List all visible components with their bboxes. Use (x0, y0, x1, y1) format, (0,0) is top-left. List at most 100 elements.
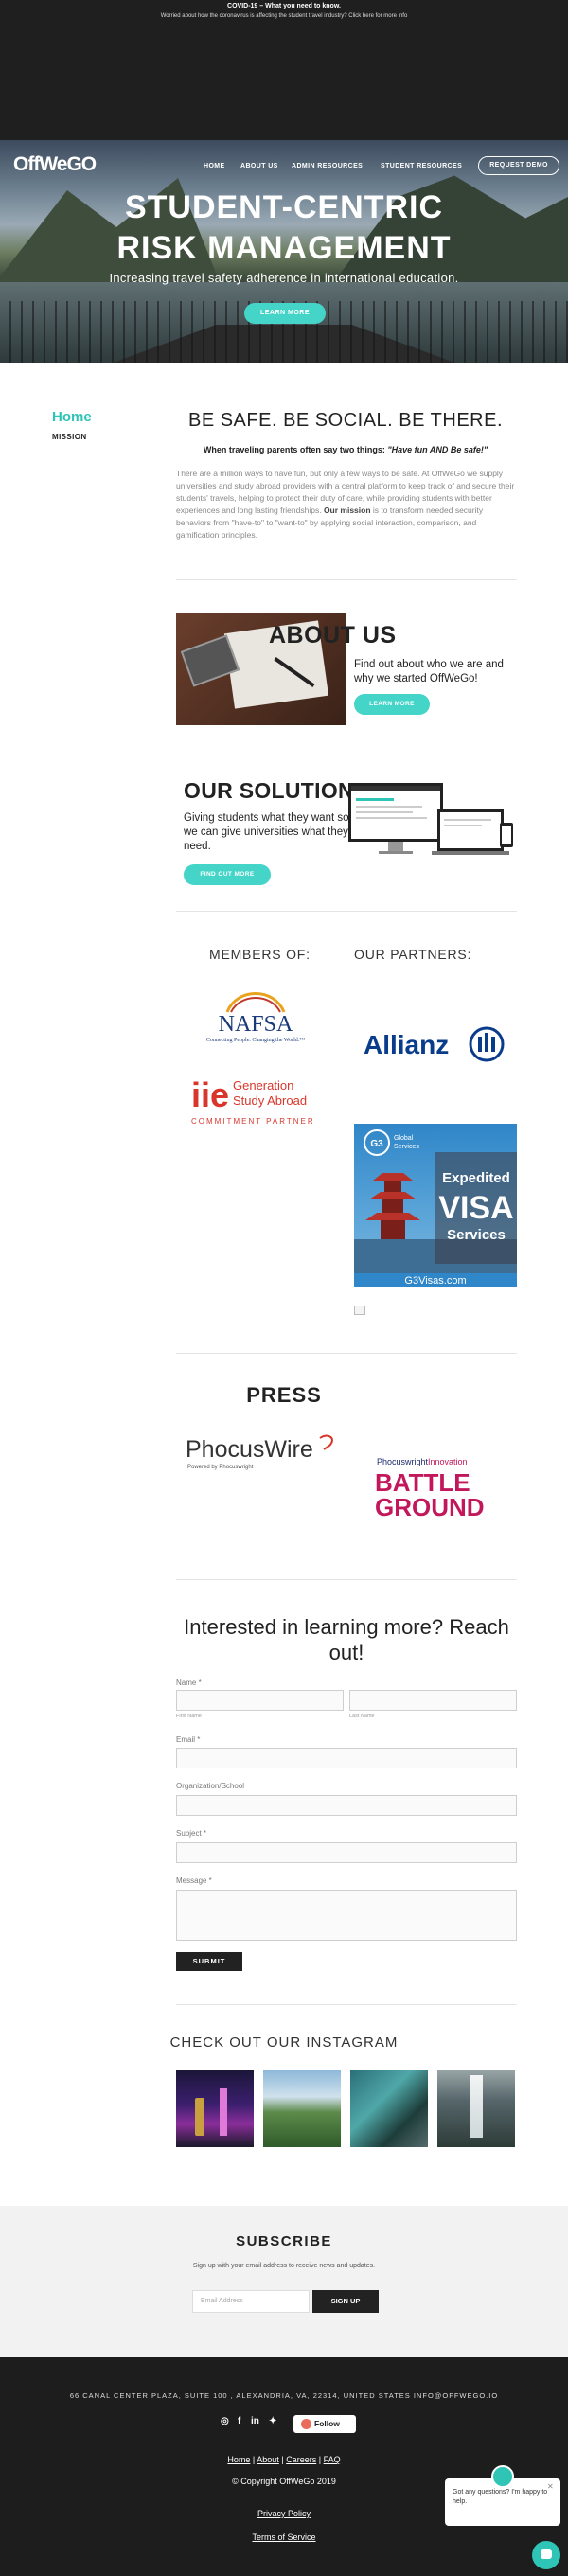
allianz-logo[interactable]: Allianz (364, 1025, 506, 1063)
first-name-field[interactable] (176, 1690, 344, 1711)
hero-subtitle: Increasing travel safety adherence in in… (109, 271, 459, 285)
footer-address: 66 CANAL CENTER PLAZA, SUITE 100 , ALEXA… (69, 2391, 499, 2400)
nafsa-name: NAFSA (219, 1012, 293, 1037)
section-label: MISSION (52, 433, 87, 441)
members-heading: MEMBERS OF: (209, 947, 311, 962)
iie-mark: iie (191, 1075, 229, 1114)
hero-title-line2: RISK MANAGEMENT (116, 230, 452, 266)
terms-of-service-link[interactable]: Terms of Service (0, 2532, 568, 2542)
message-field[interactable] (176, 1890, 517, 1941)
partners-heading: OUR PARTNERS: (354, 947, 472, 962)
g3-brand-2: Services (394, 1144, 419, 1150)
divider (176, 1579, 517, 1580)
last-name-label: Last Name (349, 1714, 375, 1719)
covid-banner[interactable]: COVID-19 – What you need to know. Worrie… (0, 0, 568, 140)
instagram-follow-button[interactable]: Follow (293, 2415, 356, 2433)
sign-up-button[interactable]: SIGN UP (312, 2290, 379, 2313)
nav-about-us[interactable]: ABOUT US (240, 163, 278, 169)
first-name-label: First Name (176, 1714, 202, 1719)
divider (176, 911, 517, 912)
name-label: Name * (176, 1679, 202, 1687)
phocuswire-name: PhocusWire (186, 1436, 313, 1463)
nav-home[interactable]: HOME (204, 163, 225, 169)
solution-heading: OUR SOLUTION (184, 778, 354, 803)
about-text: Find out about who we are and why we sta… (354, 659, 504, 684)
solution-text: Giving students what they want so we can… (184, 812, 349, 852)
instagram-dot-icon (301, 2419, 311, 2429)
photo-detail (195, 2098, 204, 2136)
mission-heading: BE SAFE. BE SOCIAL. BE THERE. (187, 410, 503, 431)
footer-link-faq[interactable]: FAQ (324, 2455, 341, 2464)
linkedin-icon[interactable]: in (251, 2416, 259, 2426)
allianz-name: Allianz (364, 1030, 449, 1059)
g3-url: G3Visas.com (404, 1275, 466, 1287)
organization-label: Organization/School (176, 1782, 245, 1790)
instagram-photo[interactable] (350, 2070, 428, 2147)
g3-line3: Services (447, 1227, 506, 1243)
subscribe-section (0, 2206, 568, 2357)
organization-field[interactable] (176, 1795, 517, 1816)
subject-field[interactable] (176, 1842, 517, 1863)
footer-link-about[interactable]: About (257, 2455, 279, 2464)
submit-button[interactable]: SUBMIT (176, 1952, 242, 1971)
iie-line2: Study Abroad (233, 1093, 307, 1108)
site-logo[interactable]: OffWeGO (13, 153, 97, 176)
email-field[interactable] (176, 1748, 517, 1768)
nav-admin-resources[interactable]: ADMIN RESOURCES (292, 163, 363, 169)
subscribe-text: Sign up with your email address to recei… (192, 2263, 376, 2269)
nav-student-resources[interactable]: STUDENT RESOURCES (381, 163, 462, 169)
photo-detail (220, 2088, 227, 2136)
subscribe-email-input[interactable]: Email Address (192, 2290, 310, 2313)
parents-text: When traveling parents often say two thi… (203, 445, 388, 454)
find-out-more-button[interactable]: FIND OUT MORE (184, 864, 271, 885)
divider (176, 1353, 517, 1354)
close-icon[interactable]: ✕ (547, 2482, 554, 2491)
request-demo-button[interactable]: REQUEST DEMO (478, 156, 559, 175)
instagram-photo[interactable] (176, 2070, 254, 2147)
footer (0, 2357, 568, 2576)
banner-title[interactable]: COVID-19 – What you need to know. (0, 3, 568, 9)
about-learn-more-button[interactable]: LEARN MORE (354, 694, 430, 715)
instagram-icon[interactable]: ◎ (221, 2416, 229, 2426)
about-heading: ABOUT US (269, 622, 397, 648)
instagram-heading: CHECK OUT OUR INSTAGRAM (169, 2034, 399, 2051)
facebook-icon[interactable]: f (238, 2416, 240, 2426)
nafsa-logo[interactable]: NAFSA Connecting People. Changing the Wo… (199, 982, 312, 1048)
devices-illustration (348, 783, 513, 855)
footer-sep: | (252, 2455, 256, 2464)
footer-links: Home | About | Careers | FAQ (0, 2455, 568, 2464)
nafsa-tagline: Connecting People. Changing the World.™ (206, 1038, 305, 1043)
chat-avatar (491, 2465, 514, 2488)
subscribe-heading: SUBSCRIBE (236, 2233, 332, 2249)
quote-text: "Have fun AND Be safe!" (387, 445, 488, 454)
photo-detail (470, 2075, 483, 2138)
email-label: Email * (176, 1735, 201, 1744)
footer-sep: | (318, 2455, 322, 2464)
g3-line2: VISA (438, 1190, 513, 1226)
g3-badge: G3 (370, 1139, 383, 1149)
footer-link-careers[interactable]: Careers (286, 2455, 316, 2464)
iie-logo[interactable]: iie Generation Study Abroad COMMITMENT P… (189, 1073, 328, 1129)
subject-label: Subject * (176, 1829, 207, 1838)
last-name-field[interactable] (349, 1690, 517, 1711)
chat-message: Got any questions? I'm happy to help. (453, 2489, 548, 2505)
g3-visa-ad[interactable]: G3 Global Services Expedited VISA Servic… (354, 1124, 517, 1287)
iie-line3: COMMITMENT PARTNER (191, 1117, 315, 1126)
twitter-icon[interactable]: ✦ (269, 2416, 276, 2426)
chat-bubble-icon[interactable] (532, 2541, 560, 2569)
mission-paragraph: There are a million ways to have fun, bu… (176, 468, 517, 542)
instagram-photo[interactable] (263, 2070, 341, 2147)
instagram-photo[interactable] (437, 2070, 515, 2147)
footer-sep: | (281, 2455, 284, 2464)
page-title: Home (52, 409, 92, 425)
hero-learn-more-button[interactable]: LEARN MORE (244, 303, 326, 324)
image-placeholder-icon (354, 1306, 365, 1315)
phocuswire-logo[interactable]: PhocusWire Powered by Phocuswright (186, 1429, 337, 1476)
hero-title-line1: STUDENT-CENTRIC (124, 189, 444, 225)
battleground-logo[interactable]: PhocuswrightInnovation BATTLE GROUND (365, 1453, 507, 1521)
battleground-top-a: PhocuswrightInnovation (377, 1457, 468, 1466)
phocuswire-sub: Powered by Phocuswright (187, 1465, 254, 1470)
footer-link-home[interactable]: Home (227, 2455, 250, 2464)
divider (176, 2004, 517, 2005)
banner-subtitle[interactable]: Worried about how the coronavirus is aff… (0, 13, 568, 19)
